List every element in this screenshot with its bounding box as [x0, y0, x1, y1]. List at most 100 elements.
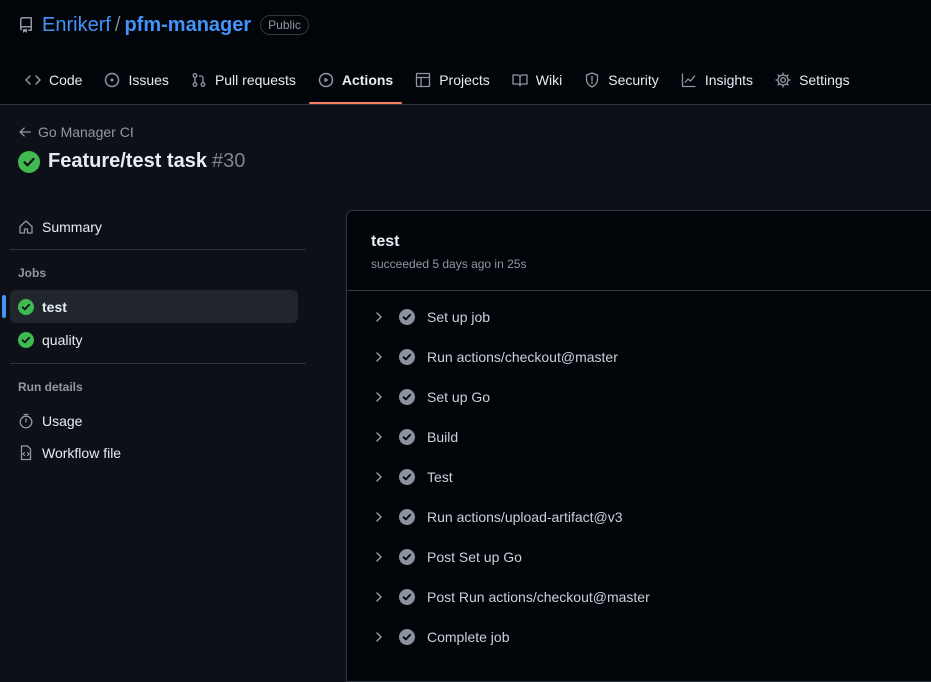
chevron-right-icon	[371, 471, 387, 483]
step-success-icon	[399, 349, 415, 365]
step-success-icon	[399, 469, 415, 485]
job-header: test succeeded 5 days ago in 25s	[371, 233, 526, 271]
sidebar-item-label: quality	[42, 331, 83, 348]
job-status-text: succeeded 5 days ago in 25s	[371, 257, 527, 271]
step-name: Post Run actions/checkout@master	[427, 589, 650, 605]
sidebar-item-workflow-file[interactable]: Workflow file	[10, 436, 298, 469]
gear-icon	[775, 72, 791, 88]
tab-code[interactable]: Code	[16, 60, 91, 100]
job-step-row[interactable]: Run actions/checkout@master	[371, 345, 618, 369]
chevron-right-icon	[371, 551, 387, 563]
chevron-right-icon	[371, 351, 387, 363]
job-step-row[interactable]: Complete job	[371, 625, 510, 649]
job-log-panel: test succeeded 5 days ago in 25s Set up …	[346, 210, 931, 682]
job-step-row[interactable]: Set up Go	[371, 385, 490, 409]
success-check-icon	[18, 150, 40, 173]
step-name: Build	[427, 429, 459, 445]
tab-insights-label: Insights	[704, 72, 754, 88]
step-name: Post Set up Go	[427, 549, 522, 565]
issue-icon	[105, 72, 120, 88]
sidebar-item-label: Usage	[42, 412, 83, 429]
repo-breadcrumb: Enrikerf / pfm-manager Public	[18, 12, 309, 38]
visibility-badge: Public	[260, 15, 309, 35]
job-step-row[interactable]: Set up job	[371, 305, 490, 329]
chevron-right-icon	[371, 311, 387, 323]
sidebar-job-test[interactable]: test	[2, 290, 298, 323]
sidebar-divider	[10, 249, 306, 250]
chevron-right-icon	[371, 391, 387, 403]
job-step-row[interactable]: Run actions/upload-artifact@v3	[371, 505, 623, 529]
arrow-left-icon	[19, 127, 31, 137]
job-name: test	[371, 233, 400, 250]
job-step-row[interactable]: Post Run actions/checkout@master	[371, 585, 650, 609]
sidebar-item-label: Summary	[42, 218, 102, 235]
book-icon	[512, 74, 528, 87]
job-header-divider	[347, 290, 931, 291]
workflow-name: Go Manager CI	[38, 124, 134, 140]
repo-icon	[18, 17, 34, 33]
tab-pull-requests[interactable]: Pull requests	[182, 60, 305, 100]
job-step-row[interactable]: Test	[371, 465, 453, 489]
step-name: Run actions/checkout@master	[427, 349, 618, 365]
tab-security[interactable]: Security	[575, 60, 668, 100]
tab-actions[interactable]: Actions	[308, 60, 403, 104]
step-success-icon	[399, 429, 415, 445]
home-icon	[19, 219, 33, 234]
chevron-right-icon	[371, 431, 387, 443]
page-title: Feature/test task #30	[18, 150, 245, 173]
run-details-heading: Run details	[18, 380, 83, 394]
chevron-right-icon	[371, 631, 387, 643]
tab-security-label: Security	[608, 72, 659, 88]
step-name: Test	[427, 469, 453, 485]
sidebar-job-quality[interactable]: quality	[10, 323, 298, 356]
step-name: Complete job	[427, 629, 510, 645]
code-icon	[25, 75, 41, 85]
sidebar-item-usage[interactable]: Usage	[10, 404, 298, 437]
tab-actions-label: Actions	[341, 72, 394, 88]
tab-settings-label: Settings	[799, 72, 850, 88]
table-icon	[416, 72, 431, 88]
graph-icon	[681, 73, 696, 88]
job-step-row[interactable]: Build	[371, 425, 458, 449]
tab-settings[interactable]: Settings	[766, 60, 859, 100]
file-code-icon	[20, 444, 32, 460]
tab-issues[interactable]: Issues	[95, 60, 177, 100]
play-icon	[318, 72, 334, 88]
sidebar-item-summary[interactable]: Summary	[10, 210, 298, 243]
run-number: #30	[211, 150, 246, 172]
breadcrumb-separator: /	[114, 13, 121, 36]
step-name: Set up job	[427, 309, 491, 325]
step-success-icon	[399, 389, 415, 405]
step-name: Set up Go	[427, 389, 491, 405]
job-step-row[interactable]: Post Set up Go	[371, 545, 522, 569]
sidebar-item-label: test	[42, 298, 67, 315]
tab-projects[interactable]: Projects	[406, 60, 499, 100]
success-check-icon	[18, 331, 34, 348]
step-name: Run actions/upload-artifact@v3	[427, 509, 623, 525]
sidebar-divider	[10, 363, 306, 364]
step-success-icon	[399, 589, 415, 605]
step-success-icon	[399, 509, 415, 525]
back-to-workflow-link[interactable]: Go Manager CI	[18, 124, 134, 140]
run-title-text: Feature/test task	[48, 150, 207, 172]
repo-header: Enrikerf / pfm-manager Public Code Issue…	[0, 0, 931, 105]
success-check-icon	[18, 298, 34, 315]
repo-name-link[interactable]: pfm-manager	[124, 14, 251, 37]
stopwatch-icon	[19, 413, 33, 428]
tab-issues-label: Issues	[128, 72, 169, 88]
tab-pull-requests-label: Pull requests	[214, 72, 296, 88]
step-success-icon	[399, 309, 415, 325]
chevron-right-icon	[371, 591, 387, 603]
step-success-icon	[399, 549, 415, 565]
tab-wiki[interactable]: Wiki	[503, 60, 571, 100]
pull-request-icon	[192, 73, 206, 87]
repo-owner-link[interactable]: Enrikerf	[42, 14, 111, 37]
tab-code-label: Code	[49, 72, 83, 88]
shield-icon	[586, 72, 599, 88]
sidebar-item-label: Workflow file	[42, 444, 122, 461]
tab-insights[interactable]: Insights	[672, 60, 762, 100]
tab-projects-label: Projects	[439, 72, 490, 88]
tab-wiki-label: Wiki	[535, 72, 563, 88]
chevron-right-icon	[371, 511, 387, 523]
step-success-icon	[399, 629, 415, 645]
